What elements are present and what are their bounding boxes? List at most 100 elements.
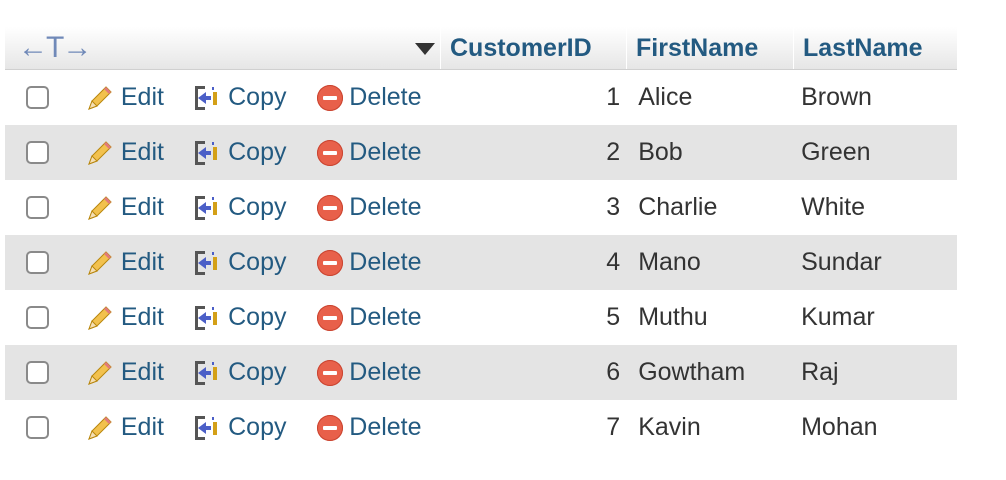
delete-icon <box>317 304 344 331</box>
delete-label: Delete <box>349 193 422 221</box>
copy-label: Copy <box>228 138 287 166</box>
cell-customerid: 2 <box>606 138 621 166</box>
delete-button[interactable]: Delete <box>315 413 438 442</box>
delete-label: Delete <box>349 83 422 111</box>
delete-icon <box>317 249 344 276</box>
cell-firstname: Gowtham <box>638 358 746 386</box>
copy-icon <box>195 360 218 385</box>
pencil-icon <box>88 85 112 110</box>
pencil-icon <box>88 140 112 165</box>
copy-button[interactable]: Copy <box>192 138 315 168</box>
header-tools: ←T→ <box>5 27 441 69</box>
column-header-firstname[interactable]: FirstName <box>627 27 794 69</box>
edit-button[interactable]: Edit <box>85 83 192 113</box>
table-row: Edit Copy Delete 4 Mano Sundar <box>5 235 957 290</box>
copy-icon <box>195 305 218 330</box>
delete-icon <box>317 84 344 111</box>
delete-icon <box>317 194 344 221</box>
table-row: Edit Copy Delete 5 Muthu Kumar <box>5 290 957 345</box>
cell-firstname: Alice <box>638 83 693 111</box>
cell-lastname: Kumar <box>801 303 875 331</box>
row-checkbox[interactable] <box>26 416 49 439</box>
delete-icon <box>317 139 344 166</box>
delete-icon <box>317 414 344 441</box>
delete-label: Delete <box>349 413 422 441</box>
copy-label: Copy <box>228 83 287 111</box>
cell-customerid: 6 <box>606 358 621 386</box>
copy-button[interactable]: Copy <box>192 248 315 278</box>
edit-button[interactable]: Edit <box>85 193 192 223</box>
cell-customerid: 3 <box>606 193 621 221</box>
edit-button[interactable]: Edit <box>85 413 192 443</box>
table-row: Edit Copy Delete 7 Kavin Mohan <box>5 400 957 455</box>
column-header-lastname[interactable]: LastName <box>794 27 957 69</box>
cell-lastname: Sundar <box>801 248 882 276</box>
cell-firstname: Mano <box>638 248 701 276</box>
copy-icon <box>195 415 218 440</box>
copy-button[interactable]: Copy <box>192 303 315 333</box>
delete-button[interactable]: Delete <box>315 303 438 332</box>
delete-button[interactable]: Delete <box>315 83 438 112</box>
sort-options-dropdown-icon[interactable] <box>415 43 435 55</box>
cell-customerid: 5 <box>606 303 621 331</box>
edit-button[interactable]: Edit <box>85 358 192 388</box>
delete-label: Delete <box>349 138 422 166</box>
edit-label: Edit <box>120 138 164 166</box>
table-row: Edit Copy Delete 3 Charlie White <box>5 180 957 235</box>
edit-label: Edit <box>120 303 164 331</box>
edit-label: Edit <box>120 193 164 221</box>
delete-button[interactable]: Delete <box>315 193 438 222</box>
copy-button[interactable]: Copy <box>192 358 315 388</box>
pencil-icon <box>88 415 112 440</box>
copy-button[interactable]: Copy <box>192 83 315 113</box>
cell-lastname: Mohan <box>801 413 878 441</box>
edit-button[interactable]: Edit <box>85 303 192 333</box>
table-header: ←T→ CustomerID FirstName LastName <box>5 27 957 70</box>
row-checkbox[interactable] <box>26 86 49 109</box>
cell-customerid: 1 <box>606 83 621 111</box>
copy-icon <box>195 250 218 275</box>
results-table: ←T→ CustomerID FirstName LastName Edit C… <box>5 27 957 455</box>
pencil-icon <box>88 360 112 385</box>
delete-button[interactable]: Delete <box>315 138 438 167</box>
column-resize-arrows-icon[interactable]: ←T→ <box>18 31 92 65</box>
row-checkbox[interactable] <box>26 251 49 274</box>
edit-button[interactable]: Edit <box>85 248 192 278</box>
delete-label: Delete <box>349 303 422 331</box>
edit-label: Edit <box>120 248 164 276</box>
delete-icon <box>317 359 344 386</box>
pencil-icon <box>88 305 112 330</box>
column-header-customerid[interactable]: CustomerID <box>441 27 627 69</box>
pencil-icon <box>88 250 112 275</box>
row-checkbox[interactable] <box>26 196 49 219</box>
row-checkbox[interactable] <box>26 306 49 329</box>
row-checkbox[interactable] <box>26 361 49 384</box>
delete-label: Delete <box>349 248 422 276</box>
cell-firstname: Muthu <box>638 303 708 331</box>
copy-button[interactable]: Copy <box>192 193 315 223</box>
cell-firstname: Charlie <box>638 193 718 221</box>
table-row: Edit Copy Delete 6 Gowtham Raj <box>5 345 957 400</box>
cell-firstname: Kavin <box>638 413 701 441</box>
copy-icon <box>195 140 218 165</box>
delete-button[interactable]: Delete <box>315 248 438 277</box>
cell-customerid: 4 <box>606 248 621 276</box>
copy-icon <box>195 195 218 220</box>
table-body: Edit Copy Delete 1 Alice Brown Edit Copy… <box>5 70 957 455</box>
copy-label: Copy <box>228 193 287 221</box>
copy-label: Copy <box>228 303 287 331</box>
edit-button[interactable]: Edit <box>85 138 192 168</box>
copy-label: Copy <box>228 248 287 276</box>
cell-lastname: Green <box>801 138 871 166</box>
cell-lastname: White <box>801 193 865 221</box>
edit-label: Edit <box>120 413 164 441</box>
row-checkbox[interactable] <box>26 141 49 164</box>
copy-label: Copy <box>228 358 287 386</box>
cell-customerid: 7 <box>606 413 621 441</box>
copy-label: Copy <box>228 413 287 441</box>
copy-button[interactable]: Copy <box>192 413 315 443</box>
cell-lastname: Brown <box>801 83 872 111</box>
edit-label: Edit <box>120 83 164 111</box>
pencil-icon <box>88 195 112 220</box>
delete-button[interactable]: Delete <box>315 358 438 387</box>
